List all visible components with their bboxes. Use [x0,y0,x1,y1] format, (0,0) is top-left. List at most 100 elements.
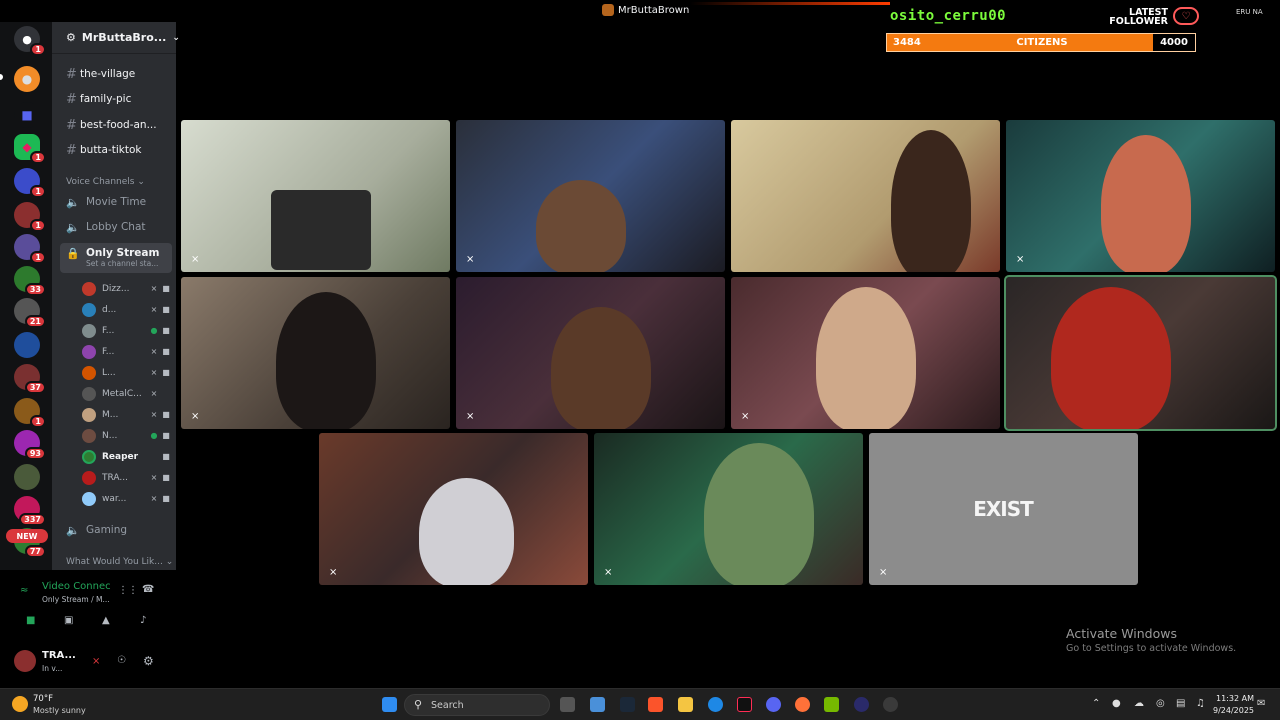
voice-member[interactable]: war... ⨯ ■ [82,490,172,507]
server-10[interactable]: 93 [14,430,46,460]
voice-lobby-chat[interactable]: 🔈 Lobby Chat [52,217,176,237]
voice-member[interactable]: L... ⨯ ■ [82,364,172,381]
mic-muted-icon: ⨯ [741,411,750,422]
avatar [82,428,96,443]
video-tile[interactable]: ⨯ [181,277,450,429]
steam-tray-icon[interactable]: ● [1112,698,1121,709]
server-4[interactable]: 1 [14,234,46,264]
notification-icon[interactable]: ✉ [1257,698,1265,709]
chevron-up-icon[interactable]: ⌃ [1092,698,1100,709]
server-peach[interactable]: ● [14,66,40,92]
nvidia-icon[interactable] [824,697,839,712]
server-9[interactable]: 1 [14,398,46,428]
noise-suppression-icon[interactable]: ⋮⋮ [118,585,138,596]
camera-icon[interactable]: ■ [26,615,35,626]
voice-member[interactable]: F... ● ■ [82,322,172,339]
headphones-icon[interactable]: ☉ [117,655,126,666]
voice-channels-category[interactable]: Voice Channels ⌄ [66,177,145,187]
activity-icon[interactable]: ▲ [102,615,110,626]
new-servers-badge[interactable]: NEW [6,529,48,543]
disconnect-icon[interactable]: ☎ [142,584,154,595]
voice-member[interactable]: N... ● ■ [82,427,172,444]
channel-the-village[interactable]: # the-village [52,64,176,84]
soundboard-icon[interactable]: ♪ [140,615,146,626]
discord-home-button[interactable]: ● 1 [14,26,46,56]
channel-best-food[interactable]: # best-food-an... [52,115,176,135]
firefox-icon[interactable] [795,697,810,712]
app-icon[interactable] [883,697,898,712]
obs-icon[interactable] [854,697,869,712]
video-tile[interactable]: ⨯ [319,433,588,585]
voice-movie-time[interactable]: 🔈 Movie Time [52,192,176,212]
video-tile-placeholder[interactable]: EXIST ⨯ [869,433,1138,585]
video-tile[interactable]: ⨯ [731,277,1000,429]
avatar[interactable] [14,650,36,672]
unread-badge: 77 [24,545,46,558]
voice-only-stream[interactable]: 🔒 Only Stream Set a channel sta... [60,243,172,273]
mic-muted-icon: ⨯ [1016,254,1025,265]
video-tile[interactable]: ⨯ [456,120,725,272]
server-6[interactable]: 21 [14,298,46,328]
bottom-category[interactable]: What Would You Lik... ⌄ [66,557,173,567]
server-5[interactable]: 33 [14,266,46,296]
camera-icon: ■ [162,284,170,293]
video-tile[interactable] [731,120,1000,272]
volume-icon[interactable]: ♫ [1196,698,1205,709]
camera-icon: ■ [162,473,170,482]
channel-butta-tiktok[interactable]: # butta-tiktok [52,140,176,160]
windows-start-icon[interactable] [382,697,397,712]
task-view-icon[interactable] [560,697,575,712]
voice-connected-subtitle[interactable]: Only Stream / M... [42,595,110,604]
voice-member[interactable]: M... ⨯ ■ [82,406,172,423]
voice-member[interactable]: TRA... ⨯ ■ [82,469,172,486]
overlay-username: osito_cerru00 [890,8,1007,24]
microphone-icon[interactable]: ◎ [1156,698,1165,709]
server-folder[interactable]: ■ [14,102,40,128]
cloud-icon[interactable]: ☁ [1134,698,1144,709]
server-active[interactable]: ◆ 1 [14,134,46,164]
server-7[interactable] [14,332,40,358]
server-header[interactable]: ⚙ MrButtaBro... ⌄ [52,22,180,54]
voice-member-speaking[interactable]: Reaper ■ [82,448,172,465]
voice-member[interactable]: Dizz... ⨯ ■ [82,280,172,297]
taskbar-search[interactable]: ⚲ Search [404,694,550,716]
user-name[interactable]: TRA... [42,650,76,661]
network-icon[interactable]: ▤ [1176,698,1185,709]
server-11[interactable] [14,464,40,490]
weather-temperature[interactable]: 70°F [33,694,53,704]
screen-share-icon[interactable]: ▣ [64,615,73,626]
clock-time[interactable]: 11:32 AM [1216,694,1254,703]
server-3[interactable]: 1 [14,202,46,232]
server-12[interactable]: 337 [14,496,46,526]
clock-date[interactable]: 9/24/2025 [1213,706,1254,715]
camera-icon: ■ [162,305,170,314]
voice-gaming[interactable]: 🔈 Gaming [52,520,176,540]
discord-taskbar-icon[interactable] [766,697,781,712]
channel-family-pic[interactable]: # family-pic [52,89,176,109]
voice-member[interactable]: MetalC... ⨯ [82,385,172,402]
server-2[interactable]: 1 [14,168,46,198]
weather-description[interactable]: Mostly sunny [33,706,86,715]
video-tile-speaking[interactable] [1004,275,1277,431]
camera-icon: ■ [162,347,170,356]
voice-connected-title[interactable]: Video Connec [42,581,111,592]
gear-icon[interactable]: ⚙ [143,654,154,668]
voice-member[interactable]: d... ⨯ ■ [82,301,172,318]
mic-muted-icon[interactable]: ⨯ [92,656,100,667]
video-tile[interactable]: ⨯ [594,433,863,585]
steam-icon[interactable] [620,697,635,712]
video-tile[interactable]: ⨯ [1006,120,1275,272]
brave-icon[interactable] [648,697,663,712]
video-tile[interactable]: ⨯ [456,277,725,429]
tiktok-icon[interactable] [737,697,752,712]
channel-label: family-pic [80,93,132,105]
edge-icon[interactable] [708,697,723,712]
voice-member[interactable]: F... ⨯ ■ [82,343,172,360]
channel-label: Movie Time [86,196,147,208]
server-8[interactable]: 37 [14,364,46,394]
weather-sun-icon[interactable] [12,696,28,712]
file-explorer-icon[interactable] [678,697,693,712]
video-tile[interactable]: ⨯ [181,120,450,272]
overlay-latest-follower: LATEST FOLLOWER [1109,7,1168,27]
notepad-icon[interactable] [590,697,605,712]
